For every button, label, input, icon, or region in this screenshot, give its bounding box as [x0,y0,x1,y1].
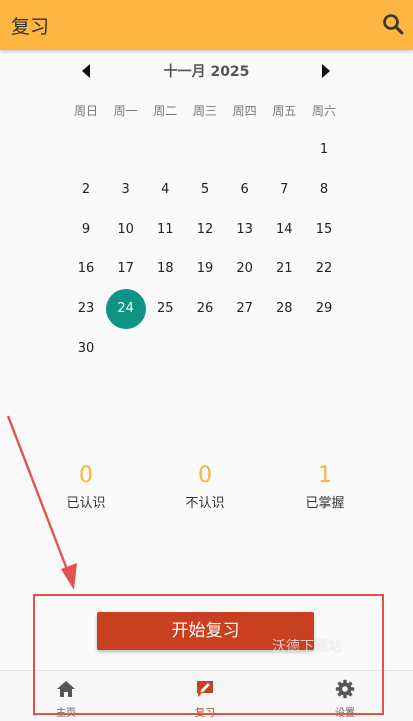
search-button[interactable] [380,11,406,37]
stat-value: 1 [318,463,332,488]
stat-known: 0 已认识 [36,462,136,511]
calendar-day[interactable]: 30 [66,329,106,369]
bottom-navigation: 主页 复习 设置 [0,670,413,721]
month-title: 十一月 2025 [163,64,250,80]
home-icon [57,681,75,697]
next-month-button[interactable] [316,62,334,80]
nav-home[interactable]: 主页 [36,679,96,719]
calendar-day[interactable]: 2 [66,170,106,210]
calendar-day[interactable]: 13 [225,210,265,250]
weekday-label: 周一 [113,104,138,118]
nav-label: 设置 [335,708,355,719]
calendar-day-today[interactable]: 24 [105,288,146,329]
calendar-day[interactable]: 20 [225,249,265,289]
calendar-day[interactable]: 10 [106,210,146,250]
weekday-label: 周五 [272,104,297,118]
stat-value: 0 [198,463,212,488]
weekday-label: 周四 [232,104,257,118]
calendar-day[interactable]: 6 [225,170,265,210]
weekday-label: 周六 [311,104,336,118]
caret-right-icon [322,64,330,78]
calendar-day[interactable]: 15 [304,210,344,250]
stat-unknown: 0 不认识 [155,462,255,511]
calendar-day[interactable]: 23 [66,289,106,329]
weekday-label: 周二 [153,104,178,118]
nav-review[interactable]: 复习 [175,679,235,719]
page-title: 复习 [11,16,50,38]
stat-label: 不认识 [185,496,225,511]
weekday-label: 周日 [73,104,98,118]
calendar-day[interactable]: 25 [145,289,185,329]
nav-label: 主页 [56,708,76,719]
calendar-day[interactable]: 14 [264,210,304,250]
watermark: 沃德下载站 [272,639,342,655]
calendar-day[interactable]: 27 [225,289,265,329]
calendar-day[interactable]: 19 [185,249,225,289]
stat-label: 已掌握 [305,496,345,511]
review-icon [197,681,213,697]
calendar-day[interactable]: 22 [304,249,344,289]
calendar-day[interactable]: 1 [304,130,344,170]
calendar-day[interactable]: 26 [185,289,225,329]
calendar-day[interactable]: 12 [185,210,225,250]
calendar-day[interactable]: 8 [304,170,344,210]
calendar-day[interactable]: 4 [145,170,185,210]
weekday-header: 周日 周一 周二 周三 周四 周五 周六 [66,102,344,120]
calendar-day[interactable]: 3 [106,170,146,210]
weekday-label: 周三 [192,104,217,118]
search-icon [383,14,404,35]
calendar-day[interactable]: 29 [304,289,344,329]
calendar-day[interactable]: 18 [145,249,185,289]
stat-mastered: 1 已掌握 [275,462,375,511]
stat-value: 0 [79,463,93,488]
app-bar: 复习 [0,0,413,50]
calendar-day[interactable]: 16 [66,249,106,289]
calendar-day[interactable]: 21 [264,249,304,289]
nav-settings[interactable]: 设置 [315,679,375,719]
month-navigation: 十一月 2025 [0,58,413,84]
calendar-day[interactable]: 9 [66,210,106,250]
gear-icon [335,679,355,699]
calendar-day[interactable]: 11 [145,210,185,250]
nav-label: 复习 [195,708,215,719]
stat-label: 已认识 [66,496,106,511]
calendar-day[interactable]: 17 [106,249,146,289]
calendar-grid: 1 2 3 4 5 6 7 8 9 10 11 12 13 14 15 16 17 18 19 20 21 22 23 24 2… [66,130,344,370]
calendar-day[interactable]: 28 [264,289,304,329]
calendar-day[interactable]: 7 [264,170,304,210]
calendar-day[interactable]: 5 [185,170,225,210]
